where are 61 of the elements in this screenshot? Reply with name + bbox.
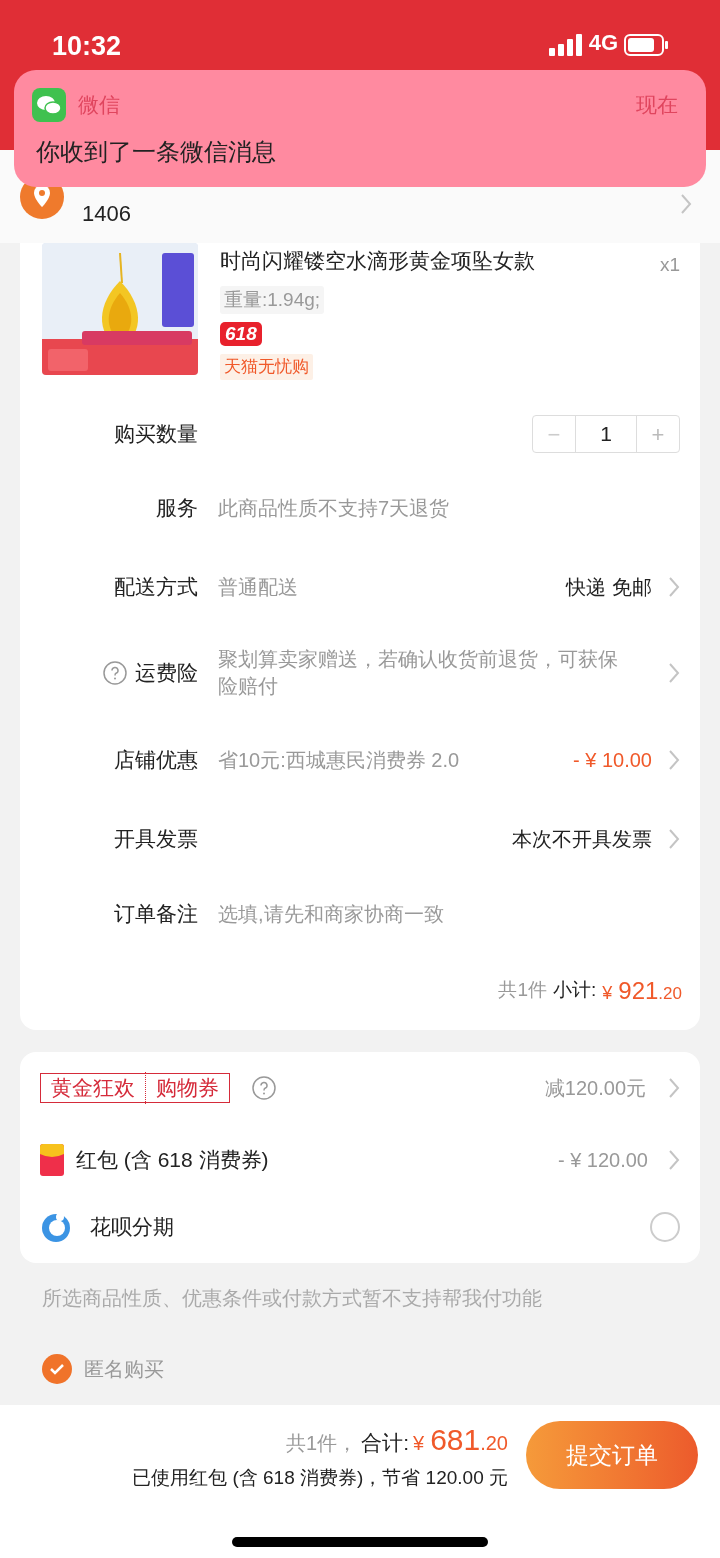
installment-radio[interactable]	[650, 1211, 680, 1242]
quantity-stepper[interactable]: − 1 +	[532, 415, 680, 453]
row-option[interactable]: 本次不开具发票	[512, 823, 652, 854]
promo-badge: 618	[220, 322, 262, 346]
row-label: 订单备注	[114, 900, 198, 927]
product-spec: 重量:1.94g;	[220, 285, 325, 314]
chat-bubbles-icon	[32, 88, 66, 122]
coupon-value[interactable]: 减120.00元	[544, 1073, 646, 1103]
subtotal-label: 小计:	[553, 978, 597, 1003]
envelope-icon	[40, 1144, 64, 1176]
discount-amount[interactable]: - ¥ 10.00	[573, 744, 652, 775]
row-label: 服务	[156, 494, 198, 521]
signal-icon	[548, 33, 583, 56]
item-count: 共1件	[498, 978, 547, 1003]
status-time: 10:32	[52, 30, 122, 63]
item-count: 共1件，	[286, 1431, 358, 1456]
chevron-right-icon	[668, 748, 680, 771]
row-label: 店铺优惠	[114, 746, 198, 773]
chevron-right-icon	[668, 1077, 680, 1099]
row-label: 配送方式	[114, 573, 198, 600]
anonymous-checkbox[interactable]	[42, 1354, 72, 1384]
row-label: 运费险	[135, 660, 198, 687]
row-option[interactable]: 快递 免邮	[566, 571, 652, 602]
coupon-tag-text: 黄金狂欢	[41, 1072, 146, 1104]
check-icon	[49, 1363, 65, 1375]
row-value: 普通配送	[218, 574, 298, 600]
notification-toast[interactable]: 微信 现在 你收到了一条微信消息	[14, 70, 706, 187]
row-label: 开具发票	[114, 825, 198, 852]
notification-app-name: 微信	[78, 92, 121, 119]
anonymous-label: 匿名购买	[84, 1357, 164, 1382]
address-text: 1406	[82, 203, 132, 225]
packet-label: 红包 (含 618 消费券)	[76, 1147, 270, 1174]
chevron-right-icon	[680, 193, 692, 215]
increase-button[interactable]: +	[637, 416, 679, 452]
service-tag: 天猫无忧购	[220, 354, 313, 380]
submit-order-button[interactable]: 提交订单	[526, 1420, 698, 1489]
chevron-right-icon	[668, 575, 680, 598]
subtotal-price: ¥ 921.20	[602, 975, 682, 1006]
help-icon	[103, 661, 127, 685]
battery-icon	[624, 33, 668, 56]
total-price: ¥ 681.20	[413, 1422, 508, 1458]
chevron-right-icon	[668, 827, 680, 850]
installment-label: 花呗分期	[90, 1213, 175, 1240]
notice-text: 所选商品性质、优惠条件或付款方式暂不支持帮我付功能	[41, 1286, 543, 1311]
product-title: 时尚闪耀镂空水滴形黄金项坠女款	[220, 248, 535, 274]
note-input-field[interactable]: 选填,请先和商家协商一致	[218, 898, 680, 929]
row-value: 聚划算卖家赠送，若确认收货前退货，可获保险赔付	[218, 647, 619, 699]
savings-text: 已使用红包 (含 618 消费券)，节省 120.00 元	[132, 1466, 508, 1490]
help-icon	[252, 1076, 276, 1100]
row-value: 省10元:西城惠民消费券 2.0	[218, 747, 461, 773]
chevron-right-icon	[668, 662, 680, 684]
quantity-label: x1	[659, 253, 680, 277]
coupon-tag-text: 购物券	[155, 1075, 220, 1102]
row-label: 购买数量	[114, 421, 198, 448]
network-label: 4G	[588, 29, 618, 57]
total-label: 合计:	[361, 1430, 409, 1456]
packet-amount[interactable]: - ¥ 120.00	[557, 1145, 656, 1175]
chevron-right-icon	[668, 1149, 680, 1171]
row-value: 此商品性质不支持7天退货	[218, 495, 450, 521]
notification-time: 现在	[636, 92, 679, 119]
quantity-value: 1	[575, 416, 637, 452]
